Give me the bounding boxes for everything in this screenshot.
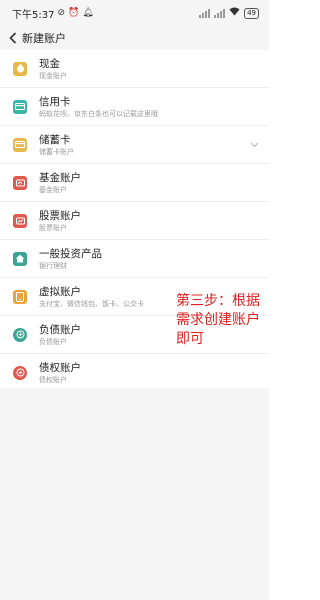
tutorial-annotation: 第三步：根据需求创建账户即可: [176, 293, 260, 347]
account-item-investment[interactable]: 一般投资产品 银行理财: [0, 240, 269, 278]
account-item-subtitle: 支付宝、微信钱包、饭卡、公交卡: [39, 299, 144, 308]
account-item-cash[interactable]: 现金 现金账户: [0, 50, 269, 88]
account-item-title: 股票账户: [39, 209, 81, 222]
account-item-title: 现金: [39, 57, 60, 70]
account-item-subtitle: 储蓄卡账户: [39, 147, 74, 156]
account-item-credit-card[interactable]: 信用卡 蚂蚁花呗、京东白条也可以记载这里哦: [0, 88, 269, 126]
account-item-subtitle: 银行理财: [39, 261, 67, 270]
wifi-icon: [229, 7, 240, 19]
alarm-icon: ⏰: [68, 8, 80, 18]
cash-icon: [13, 61, 27, 76]
notification-icon: 🔔︎: [82, 8, 94, 18]
credit-card-icon: [13, 99, 27, 114]
account-item-subtitle: 基金账户: [39, 185, 67, 194]
account-item-stock[interactable]: 股票账户 股票账户: [0, 202, 269, 240]
virtual-wallet-icon: [13, 289, 27, 304]
account-item-credit-rights[interactable]: 债权账户 债权账户: [0, 354, 269, 392]
header: 新建账户: [0, 26, 269, 50]
account-item-subtitle: 股票账户: [39, 223, 67, 232]
debit-card-icon: [13, 137, 27, 152]
account-item-title: 负债账户: [39, 323, 81, 336]
signal-icon-2: [214, 8, 226, 18]
account-item-title: 债权账户: [39, 361, 81, 374]
account-item-subtitle: 蚂蚁花呗、京东白条也可以记载这里哦: [39, 109, 158, 118]
account-item-debit-card[interactable]: 储蓄卡 储蓄卡账户: [0, 126, 269, 164]
liability-icon: [13, 327, 27, 342]
account-item-subtitle: 负债账户: [39, 337, 67, 346]
fund-icon: [13, 175, 27, 190]
account-item-fund[interactable]: 基金账户 基金账户: [0, 164, 269, 202]
account-item-title: 一般投资产品: [39, 247, 102, 260]
signal-icon: [199, 8, 211, 18]
back-arrow-icon[interactable]: [6, 31, 20, 45]
account-item-title: 信用卡: [39, 95, 71, 108]
credit-rights-icon: [13, 365, 27, 380]
account-item-subtitle: 现金账户: [39, 71, 67, 80]
battery-icon: 49: [244, 7, 259, 19]
page-title: 新建账户: [22, 32, 66, 45]
stock-icon: [13, 213, 27, 228]
account-item-title: 虚拟账户: [39, 285, 81, 298]
empty-background: [0, 388, 269, 600]
account-item-subtitle: 债权账户: [39, 375, 67, 384]
chevron-down-icon[interactable]: [249, 140, 259, 150]
status-time: 下午5:37: [12, 9, 55, 21]
account-item-title: 储蓄卡: [39, 133, 71, 146]
account-item-title: 基金账户: [39, 171, 81, 184]
mute-icon: ⊘: [57, 8, 66, 18]
status-bar: 下午5:37 ⊘ ⏰ 🔔︎ 49: [0, 0, 269, 26]
investment-icon: [13, 251, 27, 266]
